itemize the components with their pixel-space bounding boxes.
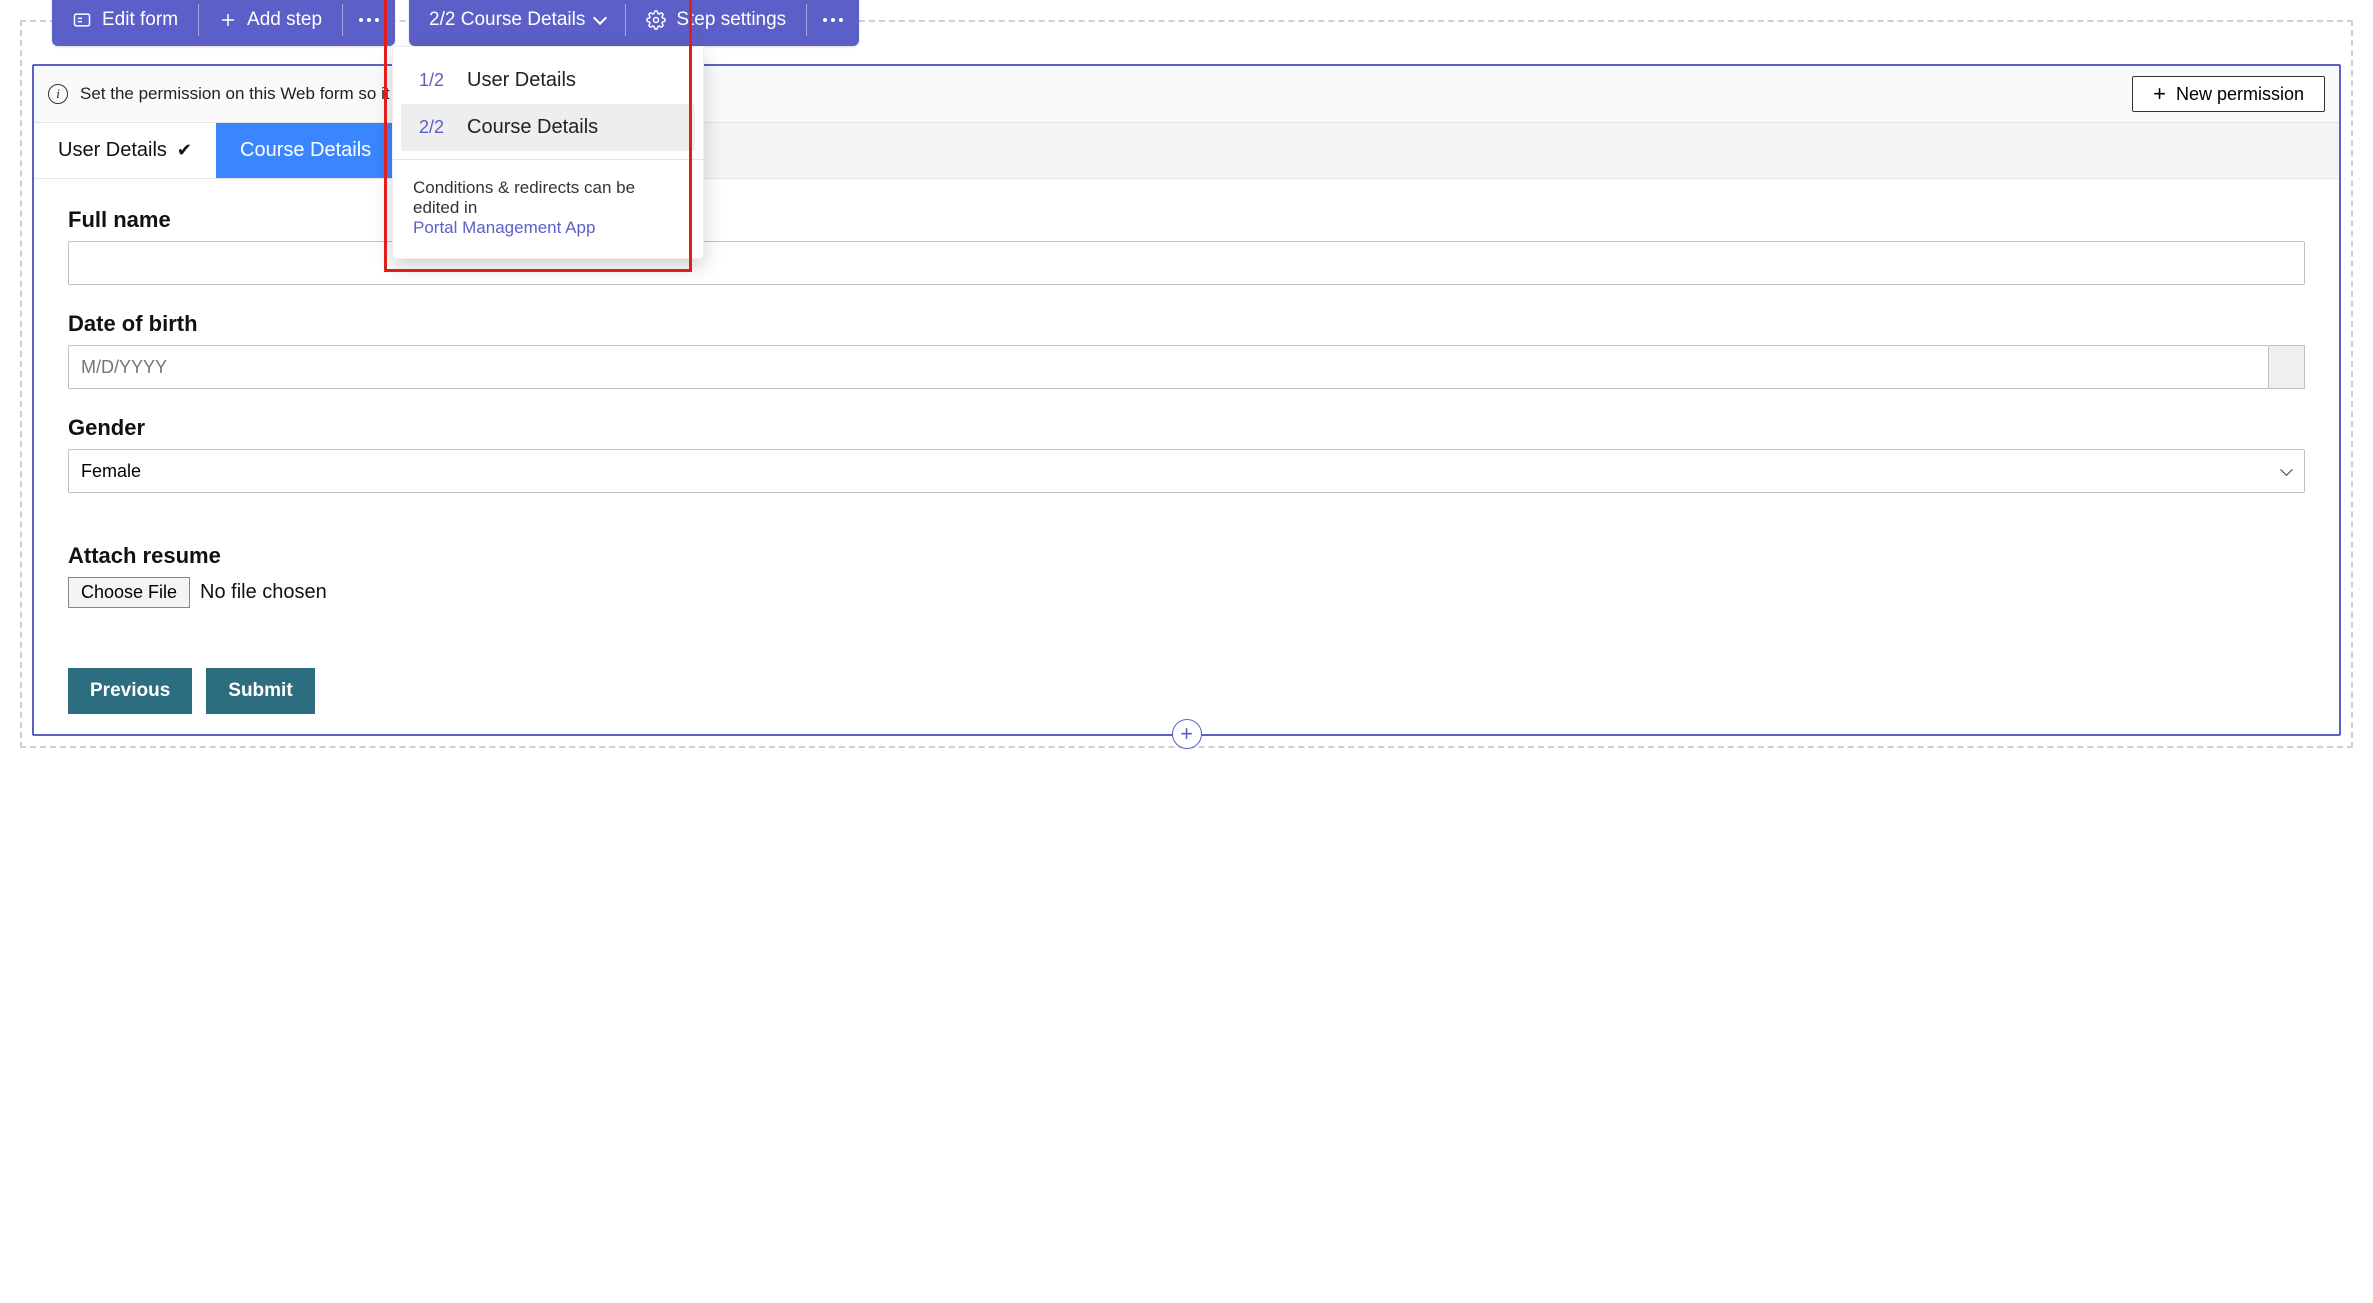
edit-form-label: Edit form	[102, 9, 178, 31]
dropdown-footer-text: Conditions & redirects can be edited in	[413, 178, 635, 217]
step-settings-button[interactable]: Step settings	[626, 0, 806, 46]
date-picker-button[interactable]	[2269, 345, 2305, 389]
step-more-options-button[interactable]	[807, 0, 859, 46]
ellipsis-icon	[359, 18, 379, 22]
tab-user-details[interactable]: User Details	[34, 123, 216, 178]
gender-label: Gender	[68, 415, 2305, 441]
choose-file-button[interactable]: Choose File	[68, 577, 190, 608]
field-gender: Gender	[68, 415, 2305, 493]
dob-label: Date of birth	[68, 311, 2305, 337]
gear-icon	[646, 10, 666, 30]
attach-resume-label: Attach resume	[68, 543, 2305, 569]
form-body: Full name Date of birth Gender Attach re…	[34, 179, 2339, 734]
plus-icon	[219, 11, 237, 29]
step-dropdown-panel: 1/2 User Details 2/2 Course Details Cond…	[392, 46, 704, 259]
file-status-text: No file chosen	[200, 581, 327, 604]
submit-button[interactable]: Submit	[206, 668, 314, 714]
step-selector-button[interactable]: 2/2 Course Details	[409, 0, 625, 46]
add-step-label: Add step	[247, 9, 322, 31]
check-icon	[177, 139, 192, 162]
step-option-number: 2/2	[419, 117, 449, 138]
plus-icon: +	[2153, 83, 2166, 105]
field-attach-resume: Attach resume Choose File No file chosen	[68, 543, 2305, 608]
tab-course-details[interactable]: Course Details	[216, 123, 395, 178]
field-date-of-birth: Date of birth	[68, 311, 2305, 389]
add-component-button[interactable]: +	[1172, 719, 1202, 749]
step-option-label: Course Details	[467, 116, 598, 139]
form-steps-tabs: User Details Course Details	[34, 123, 2339, 179]
permission-info-bar: i Set the permission on this Web form so…	[34, 66, 2339, 123]
step-option-label: User Details	[467, 69, 576, 92]
new-permission-label: New permission	[2176, 84, 2304, 105]
floating-toolbars: Edit form Add step 2/2 Course Details	[52, 0, 859, 46]
edit-form-button[interactable]: Edit form	[52, 0, 198, 46]
portal-management-app-link[interactable]: Portal Management App	[413, 218, 595, 237]
gender-select[interactable]	[68, 449, 2305, 493]
edit-toolbar: Edit form Add step	[52, 0, 395, 46]
info-icon: i	[48, 84, 68, 104]
ellipsis-icon	[823, 18, 843, 22]
step-selector-label: 2/2 Course Details	[429, 9, 585, 31]
add-step-button[interactable]: Add step	[199, 0, 342, 46]
step-option-number: 1/2	[419, 70, 449, 91]
editor-canvas: Edit form Add step 2/2 Course Details	[20, 20, 2353, 748]
tab-label: Course Details	[240, 139, 371, 162]
new-permission-button[interactable]: + New permission	[2132, 76, 2325, 112]
more-options-button[interactable]	[343, 0, 395, 46]
dob-input[interactable]	[68, 345, 2269, 389]
step-option-user-details[interactable]: 1/2 User Details	[401, 57, 695, 104]
tab-label: User Details	[58, 139, 167, 162]
form-action-buttons: Previous Submit	[68, 668, 2305, 714]
step-dropdown-footer: Conditions & redirects can be edited in …	[393, 159, 703, 248]
chevron-down-icon	[593, 11, 607, 25]
step-option-course-details[interactable]: 2/2 Course Details	[401, 104, 695, 151]
previous-button[interactable]: Previous	[68, 668, 192, 714]
form-icon	[72, 10, 92, 30]
multistep-form-component[interactable]: i Set the permission on this Web form so…	[32, 64, 2341, 736]
step-toolbar: 2/2 Course Details Step settings	[409, 0, 859, 46]
step-settings-label: Step settings	[676, 9, 786, 31]
